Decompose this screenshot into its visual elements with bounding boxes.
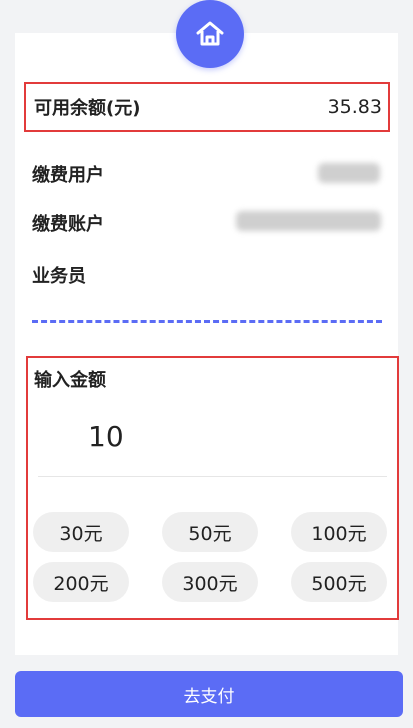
available-balance-row: 可用余额(元) 35.83 bbox=[24, 82, 390, 132]
preset-30-button[interactable]: 30元 bbox=[33, 512, 129, 552]
preset-500-button[interactable]: 500元 bbox=[291, 562, 387, 602]
amount-title: 输入金额 bbox=[34, 370, 106, 391]
pay-button[interactable]: 去支付 bbox=[15, 671, 403, 717]
preset-200-button[interactable]: 200元 bbox=[33, 562, 129, 602]
agent-label: 业务员 bbox=[32, 266, 86, 287]
preset-300-button[interactable]: 300元 bbox=[162, 562, 258, 602]
dashed-divider bbox=[32, 320, 382, 323]
home-icon bbox=[196, 21, 224, 46]
home-button[interactable] bbox=[176, 0, 244, 68]
preset-50-button[interactable]: 50元 bbox=[162, 512, 258, 552]
available-balance-value: 35.83 bbox=[327, 96, 382, 118]
amount-divider bbox=[38, 476, 387, 477]
amount-input[interactable]: 10 bbox=[88, 420, 124, 453]
payer-label: 缴费用户 bbox=[32, 165, 104, 186]
payer-value-redacted bbox=[318, 163, 380, 183]
amount-section: 输入金额 10 30元 50元 100元 200元 300元 500元 bbox=[26, 356, 399, 620]
preset-100-button[interactable]: 100元 bbox=[291, 512, 387, 552]
available-balance-label: 可用余额(元) bbox=[34, 98, 141, 119]
account-label: 缴费账户 bbox=[32, 214, 104, 235]
account-value-redacted bbox=[236, 211, 381, 231]
